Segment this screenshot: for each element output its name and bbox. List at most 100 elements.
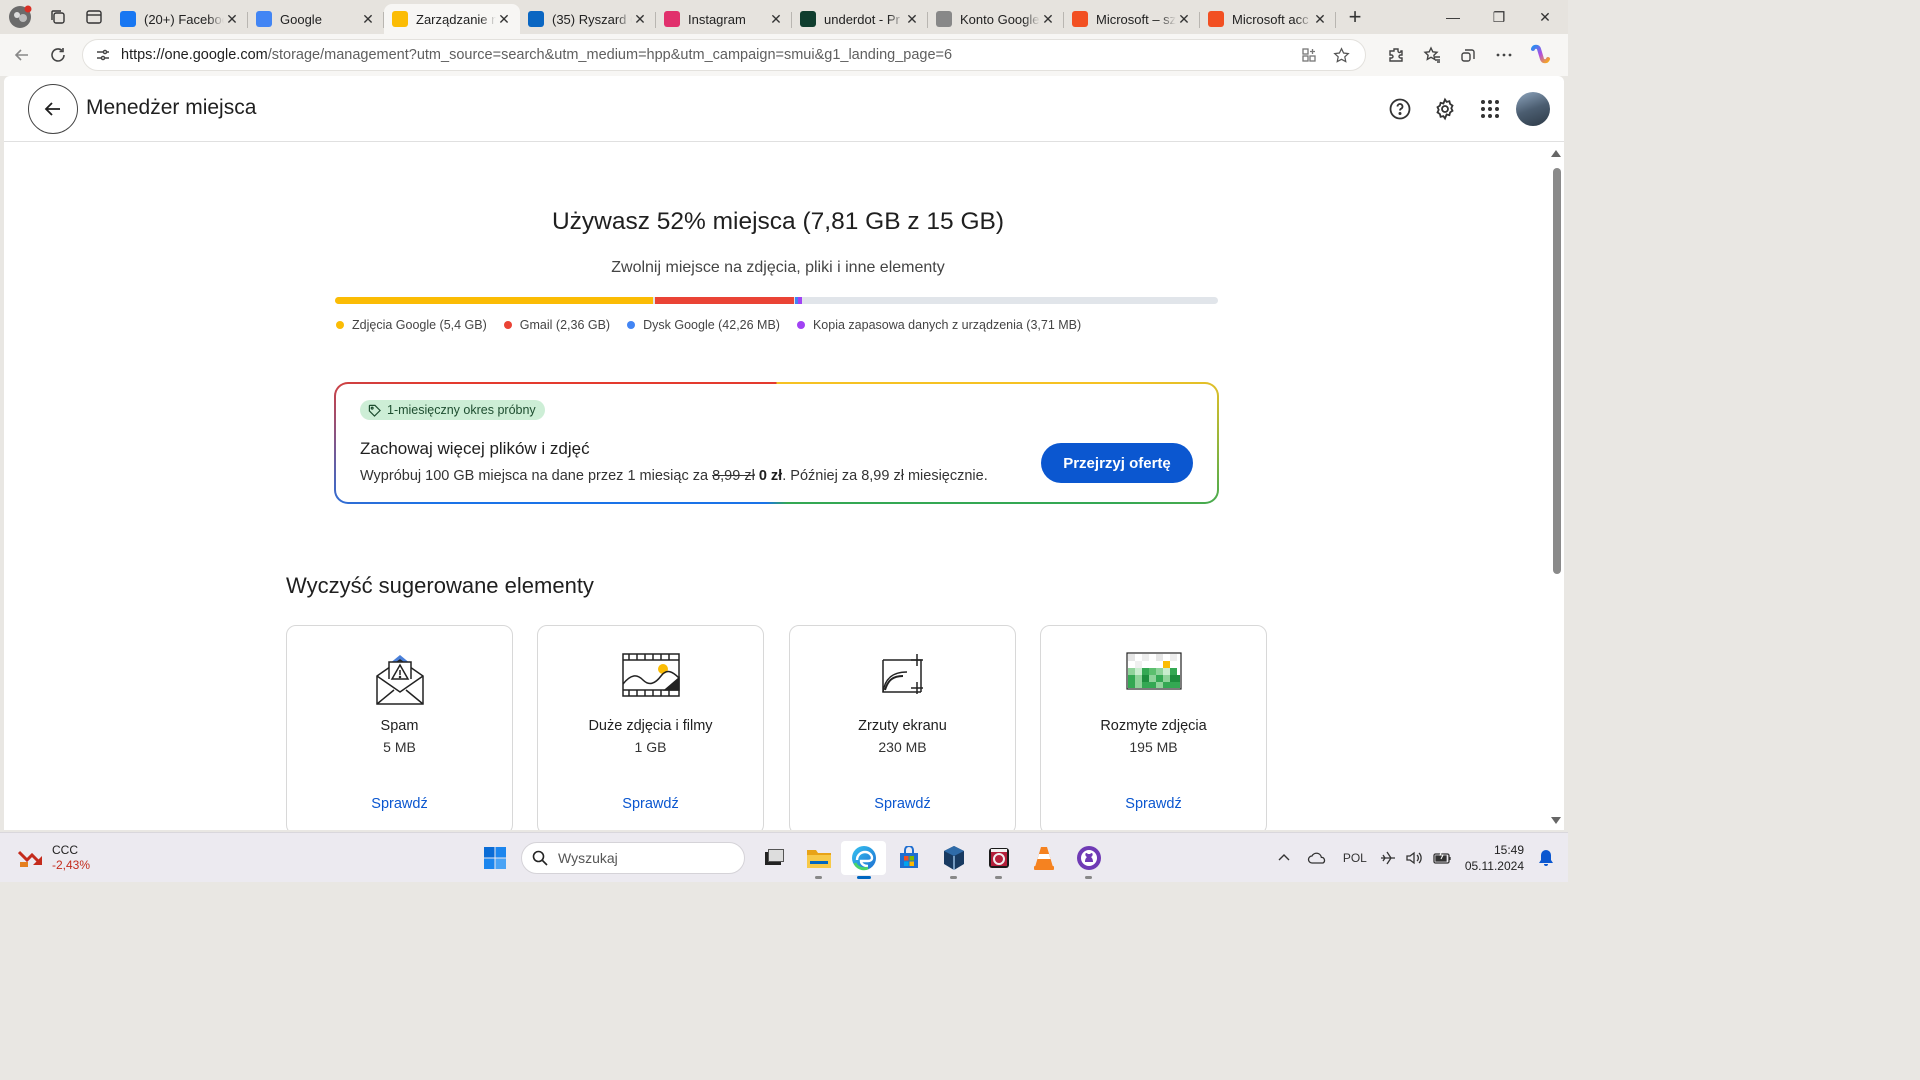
- tab-title: (20+) Facebook: [144, 11, 224, 27]
- task-view-icon[interactable]: [751, 841, 796, 875]
- collections-icon[interactable]: [1450, 38, 1486, 72]
- new-tab-button[interactable]: +: [1340, 2, 1370, 32]
- legend-dot: [627, 321, 636, 329]
- scrollbar-thumb[interactable]: [1553, 168, 1561, 574]
- minimize-button[interactable]: —: [1430, 0, 1476, 34]
- trial-offer-card: 1-miesięczny okres próbny Zachowaj więce…: [334, 382, 1219, 504]
- start-button[interactable]: [472, 841, 517, 875]
- legend-label: Dysk Google (42,26 MB): [643, 318, 780, 332]
- card-review-link[interactable]: Sprawdź: [287, 796, 512, 812]
- notifications-bell-icon[interactable]: [1534, 833, 1568, 883]
- view-offer-button[interactable]: Przejrzyj ofertę: [1041, 443, 1193, 483]
- cleanup-card-blurry[interactable]: Rozmyte zdjęcia 195 MB Sprawdź: [1040, 625, 1267, 830]
- card-size: 195 MB: [1129, 739, 1178, 755]
- app-available-icon[interactable]: [1293, 47, 1325, 63]
- legend-label: Zdjęcia Google (5,4 GB): [352, 318, 487, 332]
- apps-grid-icon[interactable]: [1467, 90, 1512, 128]
- app-header: Menedżer miejsca: [4, 76, 1564, 142]
- favorites-icon[interactable]: [1414, 38, 1450, 72]
- browser-tab[interactable]: Google ✕: [248, 4, 384, 34]
- edge-browser-icon[interactable]: [841, 841, 886, 879]
- vlc-icon[interactable]: [1021, 841, 1066, 875]
- cleanup-card-screenshots[interactable]: Zrzuty ekranu 230 MB Sprawdź: [789, 625, 1016, 830]
- tab-close-icon[interactable]: ✕: [768, 11, 784, 28]
- account-avatar[interactable]: [1516, 92, 1550, 126]
- cleanup-card-spam[interactable]: Spam 5 MB Sprawdź: [286, 625, 513, 830]
- instagram-icon: [664, 11, 680, 27]
- tab-close-icon[interactable]: ✕: [224, 11, 240, 28]
- tab-close-icon[interactable]: ✕: [496, 11, 512, 28]
- copilot-icon[interactable]: [1522, 38, 1558, 72]
- favorite-star-icon[interactable]: [1325, 46, 1357, 64]
- browser-tab[interactable]: (35) Ryszard Cz✕: [520, 4, 656, 34]
- tab-title: Konto Google: [960, 11, 1040, 27]
- usage-title: Używasz 52% miejsca (7,81 GB z 15 GB): [551, 208, 1005, 235]
- profile-avatar-icon[interactable]: [0, 0, 40, 34]
- address-bar[interactable]: https://one.google.com/storage/managemen…: [82, 39, 1366, 71]
- settings-gear-icon[interactable]: [1422, 90, 1467, 128]
- cleanup-heading: Wyczyść sugerowane elementy: [286, 573, 594, 598]
- restore-button[interactable]: ❐: [1476, 0, 1522, 34]
- tab-title: Microsoft – sz: [1096, 11, 1176, 27]
- usage-bar-segment: [335, 297, 653, 304]
- virtualbox-icon[interactable]: [931, 841, 976, 879]
- microsoft-store-icon[interactable]: [886, 841, 931, 875]
- file-explorer-icon[interactable]: [796, 841, 841, 879]
- legend-label: Kopia zapasowa danych z urządzenia (3,71…: [812, 318, 1082, 332]
- usage-bar-segment: [798, 297, 802, 304]
- screenshot-icon: [790, 652, 1015, 696]
- language-indicator[interactable]: POL: [1335, 833, 1375, 883]
- card-name: Duże zdjęcia i filmy: [588, 718, 713, 734]
- windows-taskbar: CCC -2,43% Wyszukaj POL 15:49 05.11.2024: [0, 832, 1568, 882]
- vertical-tabs-icon[interactable]: [76, 0, 112, 34]
- cleanup-card-large-files[interactable]: Duże zdjęcia i filmy 1 GB Sprawdź: [537, 625, 764, 830]
- help-icon[interactable]: [1377, 90, 1422, 128]
- tab-title: Zarządzanie miejscem: [416, 11, 496, 27]
- close-window-button[interactable]: ✕: [1522, 0, 1568, 34]
- browser-tab-strip: (20+) Facebook✕Google✕Zarządzanie miejsc…: [0, 0, 1568, 34]
- extensions-icon[interactable]: [1378, 38, 1414, 72]
- tab-close-icon[interactable]: ✕: [632, 11, 648, 28]
- page-scrollbar[interactable]: [1550, 144, 1564, 830]
- volume-icon[interactable]: [1401, 833, 1427, 883]
- browser-tab[interactable]: Microsoft acc ✕: [1200, 4, 1336, 34]
- card-name: Zrzuty ekranu: [858, 718, 947, 734]
- legend-label: Gmail (2,36 GB): [519, 318, 611, 332]
- browser-tab[interactable]: Instagram ✕: [656, 4, 792, 34]
- workspaces-icon[interactable]: [40, 0, 76, 34]
- winrar-icon[interactable]: [976, 841, 1021, 879]
- trial-chip-label: 1-miesięczny okres próbny: [387, 403, 536, 417]
- storage-legend: Zdjęcia Google (5,4 GB) Gmail (2,36 GB) Dy…: [336, 318, 1098, 332]
- tab-close-icon[interactable]: ✕: [1040, 11, 1056, 28]
- card-review-link[interactable]: Sprawdź: [1041, 796, 1266, 812]
- stock-widget[interactable]: CCC -2,43%: [18, 843, 90, 873]
- show-hidden-icons-icon[interactable]: [1269, 833, 1299, 883]
- battery-icon[interactable]: [1427, 833, 1459, 883]
- old-price: 8,99 zł: [712, 468, 755, 484]
- back-nav-icon[interactable]: [4, 37, 40, 73]
- browser-tab[interactable]: Konto Google ✕: [928, 4, 1064, 34]
- browser-tab[interactable]: underdot - Pr ✕: [792, 4, 928, 34]
- github-desktop-icon[interactable]: [1066, 841, 1111, 879]
- browser-tab[interactable]: Microsoft – sz ✕: [1064, 4, 1200, 34]
- clock-time: 15:49: [1493, 843, 1524, 857]
- browser-tab[interactable]: Zarządzanie miejscem✕: [384, 4, 520, 34]
- card-size: 5 MB: [383, 739, 416, 755]
- site-info-icon[interactable]: [91, 47, 115, 63]
- more-menu-icon[interactable]: [1486, 38, 1522, 72]
- refresh-icon[interactable]: [40, 37, 76, 73]
- legend-item: Dysk Google (42,26 MB): [627, 318, 780, 332]
- tab-close-icon[interactable]: ✕: [360, 11, 376, 28]
- airplane-mode-icon[interactable]: [1375, 833, 1401, 883]
- back-button[interactable]: [28, 84, 78, 134]
- storage-usage-bar: [335, 297, 1218, 304]
- card-review-link[interactable]: Sprawdź: [538, 796, 763, 812]
- system-clock[interactable]: 15:49 05.11.2024: [1459, 842, 1534, 874]
- browser-tab[interactable]: (20+) Facebook✕: [112, 4, 248, 34]
- tab-close-icon[interactable]: ✕: [904, 11, 920, 28]
- onedrive-icon[interactable]: [1299, 833, 1335, 883]
- taskbar-search[interactable]: Wyszukaj: [521, 842, 745, 874]
- tab-close-icon[interactable]: ✕: [1312, 11, 1328, 28]
- card-review-link[interactable]: Sprawdź: [790, 796, 1015, 812]
- tab-close-icon[interactable]: ✕: [1176, 11, 1192, 28]
